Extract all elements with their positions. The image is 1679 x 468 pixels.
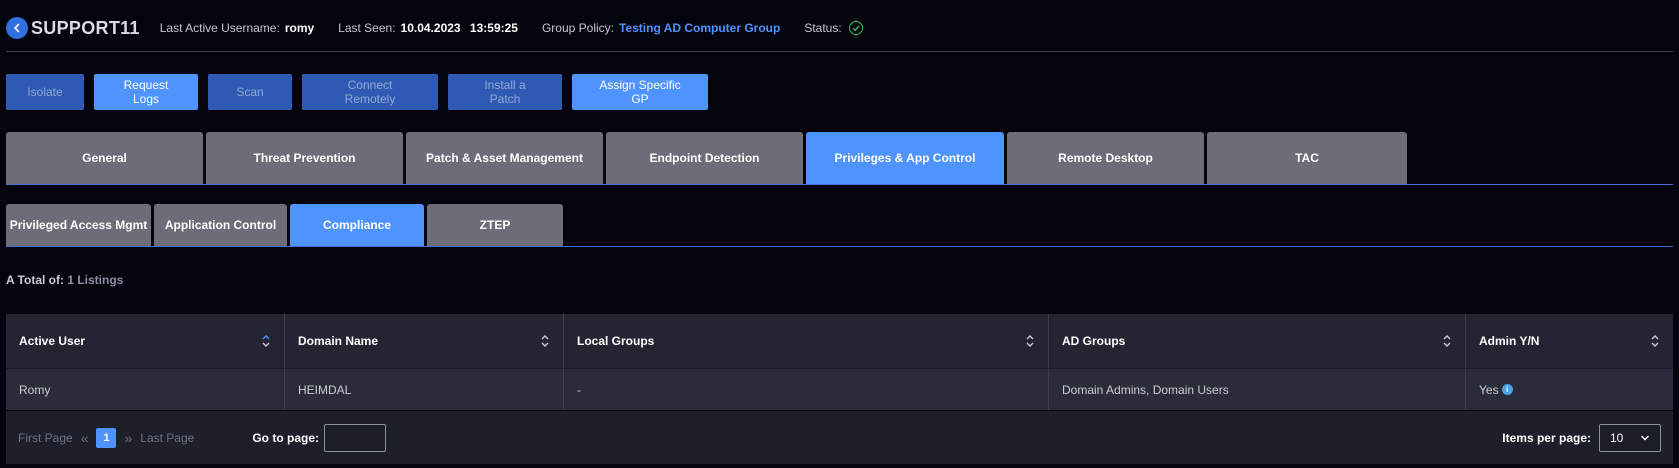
admin-value: Yes xyxy=(1479,382,1499,397)
cell-active-user: Romy xyxy=(6,369,285,410)
cell-domain-name: HEIMDAL xyxy=(285,369,564,410)
pagination-bar: First Page « 1 » Last Page Go to page: I… xyxy=(6,411,1673,464)
assign-specific-gp-button[interactable]: Assign Specific GP xyxy=(572,74,708,110)
cell-admin: Yes i xyxy=(1466,369,1673,410)
tab-remote-desktop[interactable]: Remote Desktop xyxy=(1007,132,1204,184)
last-page-link[interactable]: Last Page xyxy=(140,431,194,445)
action-toolbar: Isolate Request Logs Scan Connect Remote… xyxy=(6,74,708,110)
first-page-link[interactable]: First Page xyxy=(18,431,73,445)
column-label: AD Groups xyxy=(1062,334,1126,348)
goto-page-input[interactable] xyxy=(324,423,386,452)
goto-page-label: Go to page: xyxy=(252,430,319,445)
group-policy-label: Group Policy: xyxy=(541,21,614,35)
table-row: Romy HEIMDAL - Domain Admins, Domain Use… xyxy=(6,368,1673,410)
total-label: A Total of: xyxy=(6,273,64,287)
double-chevron-left-icon[interactable]: « xyxy=(81,430,89,446)
items-per-page-select[interactable]: 10 xyxy=(1599,423,1661,452)
sort-icon[interactable] xyxy=(540,334,550,348)
last-active-value: romy xyxy=(284,21,315,35)
status-label: Status: xyxy=(804,21,842,35)
check-circle-icon xyxy=(848,21,863,35)
column-label: Domain Name xyxy=(298,334,379,348)
items-per-page-value: 10 xyxy=(1610,430,1624,445)
isolate-button[interactable]: Isolate xyxy=(6,74,84,110)
page-number-current[interactable]: 1 xyxy=(96,427,117,448)
double-chevron-right-icon[interactable]: » xyxy=(124,430,132,446)
tab-general[interactable]: General xyxy=(6,132,203,184)
tabs-underline xyxy=(6,184,1673,185)
column-header-active-user[interactable]: Active User xyxy=(6,314,285,368)
status: Status: xyxy=(804,21,863,35)
subtab-ztep[interactable]: ZTEP xyxy=(427,204,563,246)
device-name: SUPPORT11 xyxy=(31,17,140,38)
cell-ad-groups: Domain Admins, Domain Users xyxy=(1049,369,1466,410)
last-active-label: Last Active Username: xyxy=(159,21,280,35)
column-header-local-groups[interactable]: Local Groups xyxy=(564,314,1049,368)
column-label: Local Groups xyxy=(577,334,655,348)
chevron-down-icon xyxy=(1641,435,1649,440)
last-seen-label: Last Seen: xyxy=(338,21,396,35)
total-value: 1 Listings xyxy=(67,273,124,287)
sort-icon[interactable] xyxy=(1650,334,1660,348)
compliance-table: Active User Domain Name Local Groups AD … xyxy=(6,314,1673,410)
info-icon[interactable]: i xyxy=(1501,384,1513,395)
last-active-username: Last Active Username: romy xyxy=(160,21,314,35)
chevron-left-icon xyxy=(14,23,20,33)
sort-icon[interactable] xyxy=(1025,334,1035,348)
device-header: SUPPORT11 Last Active Username: romy Las… xyxy=(6,8,1673,48)
back-button[interactable] xyxy=(6,17,28,39)
total-listings: A Total of: 1 Listings xyxy=(6,273,123,287)
sort-asc-icon[interactable] xyxy=(261,334,271,348)
main-tabs: General Threat Prevention Patch & Asset … xyxy=(6,132,1407,184)
column-label: Active User xyxy=(19,334,86,348)
cell-local-groups: - xyxy=(564,369,1049,410)
sub-tabs: Privileged Access Mgmt Application Contr… xyxy=(6,204,563,246)
subtab-application-control[interactable]: Application Control xyxy=(154,204,287,246)
column-label: Admin Y/N xyxy=(1479,334,1540,348)
subtab-compliance[interactable]: Compliance xyxy=(290,204,424,246)
tab-privileges-app-control[interactable]: Privileges & App Control xyxy=(806,132,1004,184)
sort-icon[interactable] xyxy=(1442,334,1452,348)
connect-remotely-button[interactable]: Connect Remotely xyxy=(302,74,438,110)
group-policy-link[interactable]: Testing AD Computer Group xyxy=(619,21,780,35)
column-header-admin[interactable]: Admin Y/N xyxy=(1466,314,1673,368)
items-per-page-label: Items per page: xyxy=(1502,430,1591,445)
page: SUPPORT11 Last Active Username: romy Las… xyxy=(0,0,1679,468)
request-logs-button[interactable]: Request Logs xyxy=(94,74,198,110)
tab-endpoint-detection[interactable]: Endpoint Detection xyxy=(606,132,803,184)
group-policy: Group Policy: Testing AD Computer Group xyxy=(542,21,780,35)
header-divider xyxy=(6,51,1673,52)
tab-threat-prevention[interactable]: Threat Prevention xyxy=(206,132,403,184)
column-header-ad-groups[interactable]: AD Groups xyxy=(1049,314,1466,368)
tab-patch-asset-management[interactable]: Patch & Asset Management xyxy=(406,132,603,184)
column-header-domain-name[interactable]: Domain Name xyxy=(285,314,564,368)
tab-tac[interactable]: TAC xyxy=(1207,132,1407,184)
subtabs-underline xyxy=(6,246,1673,247)
last-seen-value: 10.04.2023 13:59:25 xyxy=(400,21,518,35)
install-patch-button[interactable]: Install a Patch xyxy=(448,74,562,110)
subtab-privileged-access-mgmt[interactable]: Privileged Access Mgmt xyxy=(6,204,151,246)
table-header: Active User Domain Name Local Groups AD … xyxy=(6,314,1673,368)
last-seen: Last Seen: 10.04.2023 13:59:25 xyxy=(338,21,518,35)
scan-button[interactable]: Scan xyxy=(208,74,292,110)
